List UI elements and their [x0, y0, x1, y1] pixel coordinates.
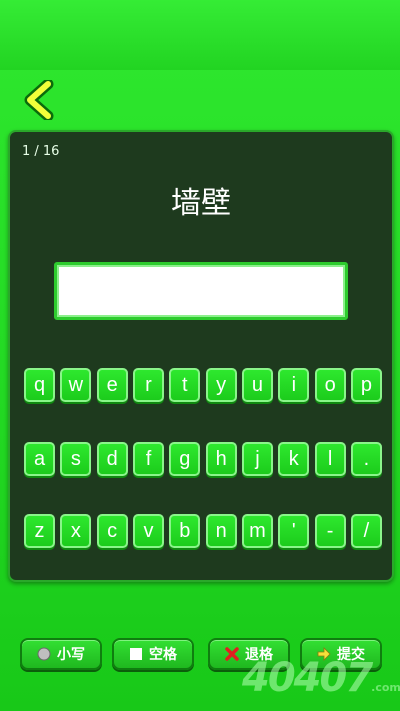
key-j[interactable]: j: [241, 442, 273, 476]
key-d[interactable]: d: [96, 442, 128, 476]
lowercase-button[interactable]: 小写: [20, 638, 102, 670]
chevron-left-icon: [24, 78, 54, 122]
key-f[interactable]: f: [132, 442, 164, 476]
key-a[interactable]: a: [24, 442, 55, 476]
back-button[interactable]: [22, 78, 58, 122]
key-period[interactable]: .: [350, 442, 382, 476]
quiz-panel: 1 / 16 墙壁 q w e r t y u i o p a s d f g …: [8, 130, 394, 582]
keyboard-row-1: q w e r t y u i o p: [24, 368, 382, 402]
key-apostrophe[interactable]: ': [278, 514, 310, 548]
key-w[interactable]: w: [60, 368, 92, 402]
keyboard-row-3: z x c v b n m ' - /: [24, 514, 382, 548]
key-g[interactable]: g: [169, 442, 201, 476]
key-t[interactable]: t: [169, 368, 201, 402]
key-l[interactable]: l: [314, 442, 346, 476]
question-counter: 1 / 16: [22, 144, 60, 159]
key-c[interactable]: c: [96, 514, 128, 548]
key-n[interactable]: n: [205, 514, 237, 548]
key-p[interactable]: p: [350, 368, 382, 402]
lowercase-label: 小写: [57, 647, 85, 663]
key-o[interactable]: o: [314, 368, 346, 402]
key-h[interactable]: h: [205, 442, 237, 476]
watermark-text: 40407: [242, 655, 373, 701]
space-label: 空格: [149, 647, 177, 663]
key-v[interactable]: v: [132, 514, 164, 548]
prompt-word: 墙壁: [171, 186, 231, 221]
top-header-band: [0, 0, 400, 70]
delete-x-icon: [225, 647, 239, 661]
key-r[interactable]: r: [132, 368, 164, 402]
key-x[interactable]: x: [60, 514, 92, 548]
key-q[interactable]: q: [24, 368, 55, 402]
key-s[interactable]: s: [60, 442, 92, 476]
key-slash[interactable]: /: [350, 514, 382, 548]
watermark-suffix: .com: [371, 681, 400, 694]
key-i[interactable]: i: [278, 368, 310, 402]
key-y[interactable]: y: [205, 368, 237, 402]
answer-input[interactable]: [54, 262, 348, 320]
circle-icon: [37, 647, 51, 661]
square-icon: [130, 648, 142, 660]
key-u[interactable]: u: [241, 368, 273, 402]
key-m[interactable]: m: [241, 514, 273, 548]
key-k[interactable]: k: [278, 442, 310, 476]
site-watermark: 40407.com: [242, 655, 400, 705]
key-b[interactable]: b: [169, 514, 201, 548]
key-z[interactable]: z: [24, 514, 55, 548]
key-e[interactable]: e: [96, 368, 128, 402]
key-hyphen[interactable]: -: [314, 514, 346, 548]
space-button[interactable]: 空格: [112, 638, 194, 670]
keyboard-row-2: a s d f g h j k l .: [24, 442, 382, 476]
